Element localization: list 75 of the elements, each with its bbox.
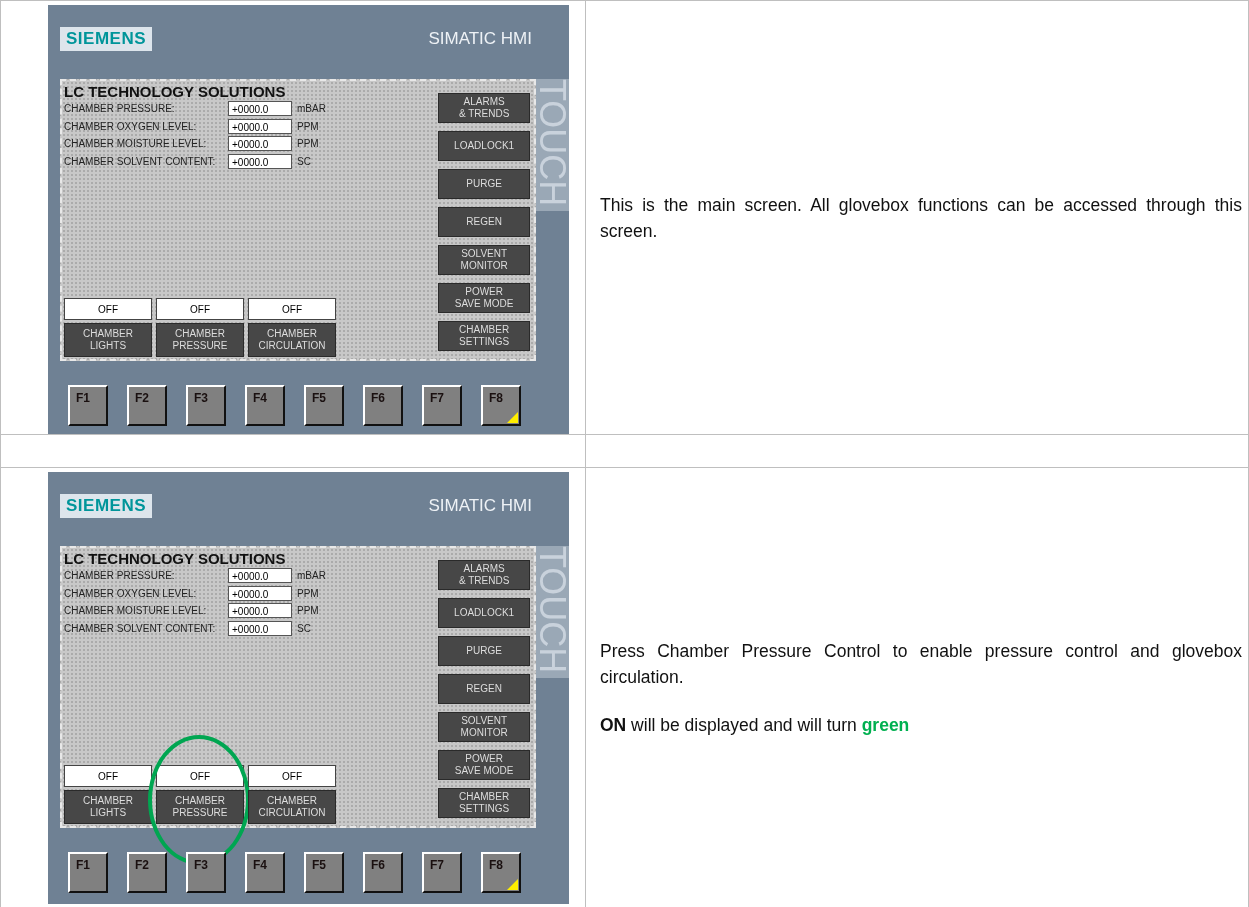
reading-unit: PPM: [297, 587, 319, 599]
reading-unit: PPM: [297, 120, 319, 132]
reading-value-field: +0000.0: [228, 568, 292, 584]
function-key[interactable]: F3: [186, 852, 226, 893]
function-key[interactable]: F2: [127, 852, 167, 893]
model-label: SIMATIC HMI: [428, 29, 532, 49]
function-key[interactable]: F8: [481, 385, 521, 426]
function-key[interactable]: F6: [363, 385, 403, 426]
status-indicator: OFF: [64, 765, 152, 787]
description-text: This is the main screen. All glovebox functions can be accessed through this screen.: [600, 193, 1242, 243]
menu-button[interactable]: POWER SAVE MODE: [438, 283, 531, 313]
function-key[interactable]: F5: [304, 852, 344, 893]
function-key[interactable]: F1: [68, 852, 108, 893]
menu-button[interactable]: SOLVENT MONITOR: [438, 245, 531, 275]
menu-button[interactable]: CHAMBER SETTINGS: [438, 788, 531, 818]
function-key[interactable]: F2: [127, 385, 167, 426]
reading-unit: mBAR: [297, 570, 326, 582]
reading-label: CHAMBER PRESSURE:: [64, 570, 175, 582]
brand-logo: SIEMENS: [60, 494, 153, 518]
reading-unit: PPM: [297, 138, 319, 150]
reading-label: CHAMBER PRESSURE:: [64, 103, 175, 115]
menu-button[interactable]: LOADLOCK1: [438, 131, 531, 161]
function-key[interactable]: F5: [304, 385, 344, 426]
description-text: Press Chamber Pressure Control to enable pressure control and glovebox circulation.: [600, 639, 1242, 689]
control-button[interactable]: CHAMBER LIGHTS: [64, 790, 152, 824]
reading-unit: SC: [297, 155, 311, 167]
reading-unit: mBAR: [297, 103, 326, 115]
menu-button[interactable]: CHAMBER SETTINGS: [438, 321, 531, 351]
control-button[interactable]: CHAMBER CIRCULATION: [248, 323, 336, 357]
status-indicator: OFF: [64, 298, 152, 320]
function-key[interactable]: F4: [245, 385, 285, 426]
function-key[interactable]: F7: [422, 385, 462, 426]
reading-value-field: +0000.0: [228, 603, 292, 619]
menu-button[interactable]: LOADLOCK1: [438, 598, 531, 628]
status-indicator: OFF: [156, 298, 244, 320]
function-key[interactable]: F3: [186, 385, 226, 426]
reading-value-field: +0000.0: [228, 153, 292, 169]
menu-button[interactable]: PURGE: [438, 636, 531, 666]
menu-button[interactable]: SOLVENT MONITOR: [438, 712, 531, 742]
status-indicator: OFF: [248, 298, 336, 320]
model-label: SIMATIC HMI: [428, 496, 532, 516]
reading-label: CHAMBER SOLVENT CONTENT:: [64, 155, 216, 167]
control-button[interactable]: CHAMBER LIGHTS: [64, 323, 152, 357]
function-key[interactable]: F1: [68, 385, 108, 426]
reading-label: CHAMBER OXYGEN LEVEL:: [64, 587, 197, 599]
description-text: ON will be displayed and will turn green: [600, 713, 911, 737]
screen-title: LC TECHNOLOGY SOLUTIONS: [64, 83, 286, 100]
reading-label: CHAMBER OXYGEN LEVEL:: [64, 120, 197, 132]
menu-button[interactable]: ALARMS & TRENDS: [438, 93, 531, 123]
menu-button[interactable]: ALARMS & TRENDS: [438, 560, 531, 590]
reading-label: CHAMBER SOLVENT CONTENT:: [64, 622, 216, 634]
function-key[interactable]: F4: [245, 852, 285, 893]
function-key[interactable]: F8: [481, 852, 521, 893]
reading-label: CHAMBER MOISTURE LEVEL:: [64, 605, 207, 617]
reading-value-field: +0000.0: [228, 585, 292, 601]
status-indicator: OFF: [156, 765, 244, 787]
menu-button[interactable]: REGEN: [438, 207, 531, 237]
brand-logo: SIEMENS: [60, 27, 153, 51]
reading-unit: PPM: [297, 605, 319, 617]
function-key[interactable]: F6: [363, 852, 403, 893]
reading-label: CHAMBER MOISTURE LEVEL:: [64, 138, 207, 150]
control-button[interactable]: CHAMBER PRESSURE: [156, 790, 244, 824]
control-button[interactable]: CHAMBER CIRCULATION: [248, 790, 336, 824]
reading-value-field: +0000.0: [228, 101, 292, 117]
reading-unit: SC: [297, 622, 311, 634]
reading-value-field: +0000.0: [228, 136, 292, 152]
control-button[interactable]: CHAMBER PRESSURE: [156, 323, 244, 357]
reading-value-field: +0000.0: [228, 620, 292, 636]
menu-button[interactable]: PURGE: [438, 169, 531, 199]
status-indicator: OFF: [248, 765, 336, 787]
reading-value-field: +0000.0: [228, 118, 292, 134]
screen-title: LC TECHNOLOGY SOLUTIONS: [64, 550, 286, 567]
menu-button[interactable]: POWER SAVE MODE: [438, 750, 531, 780]
menu-button[interactable]: REGEN: [438, 674, 531, 704]
function-key[interactable]: F7: [422, 852, 462, 893]
